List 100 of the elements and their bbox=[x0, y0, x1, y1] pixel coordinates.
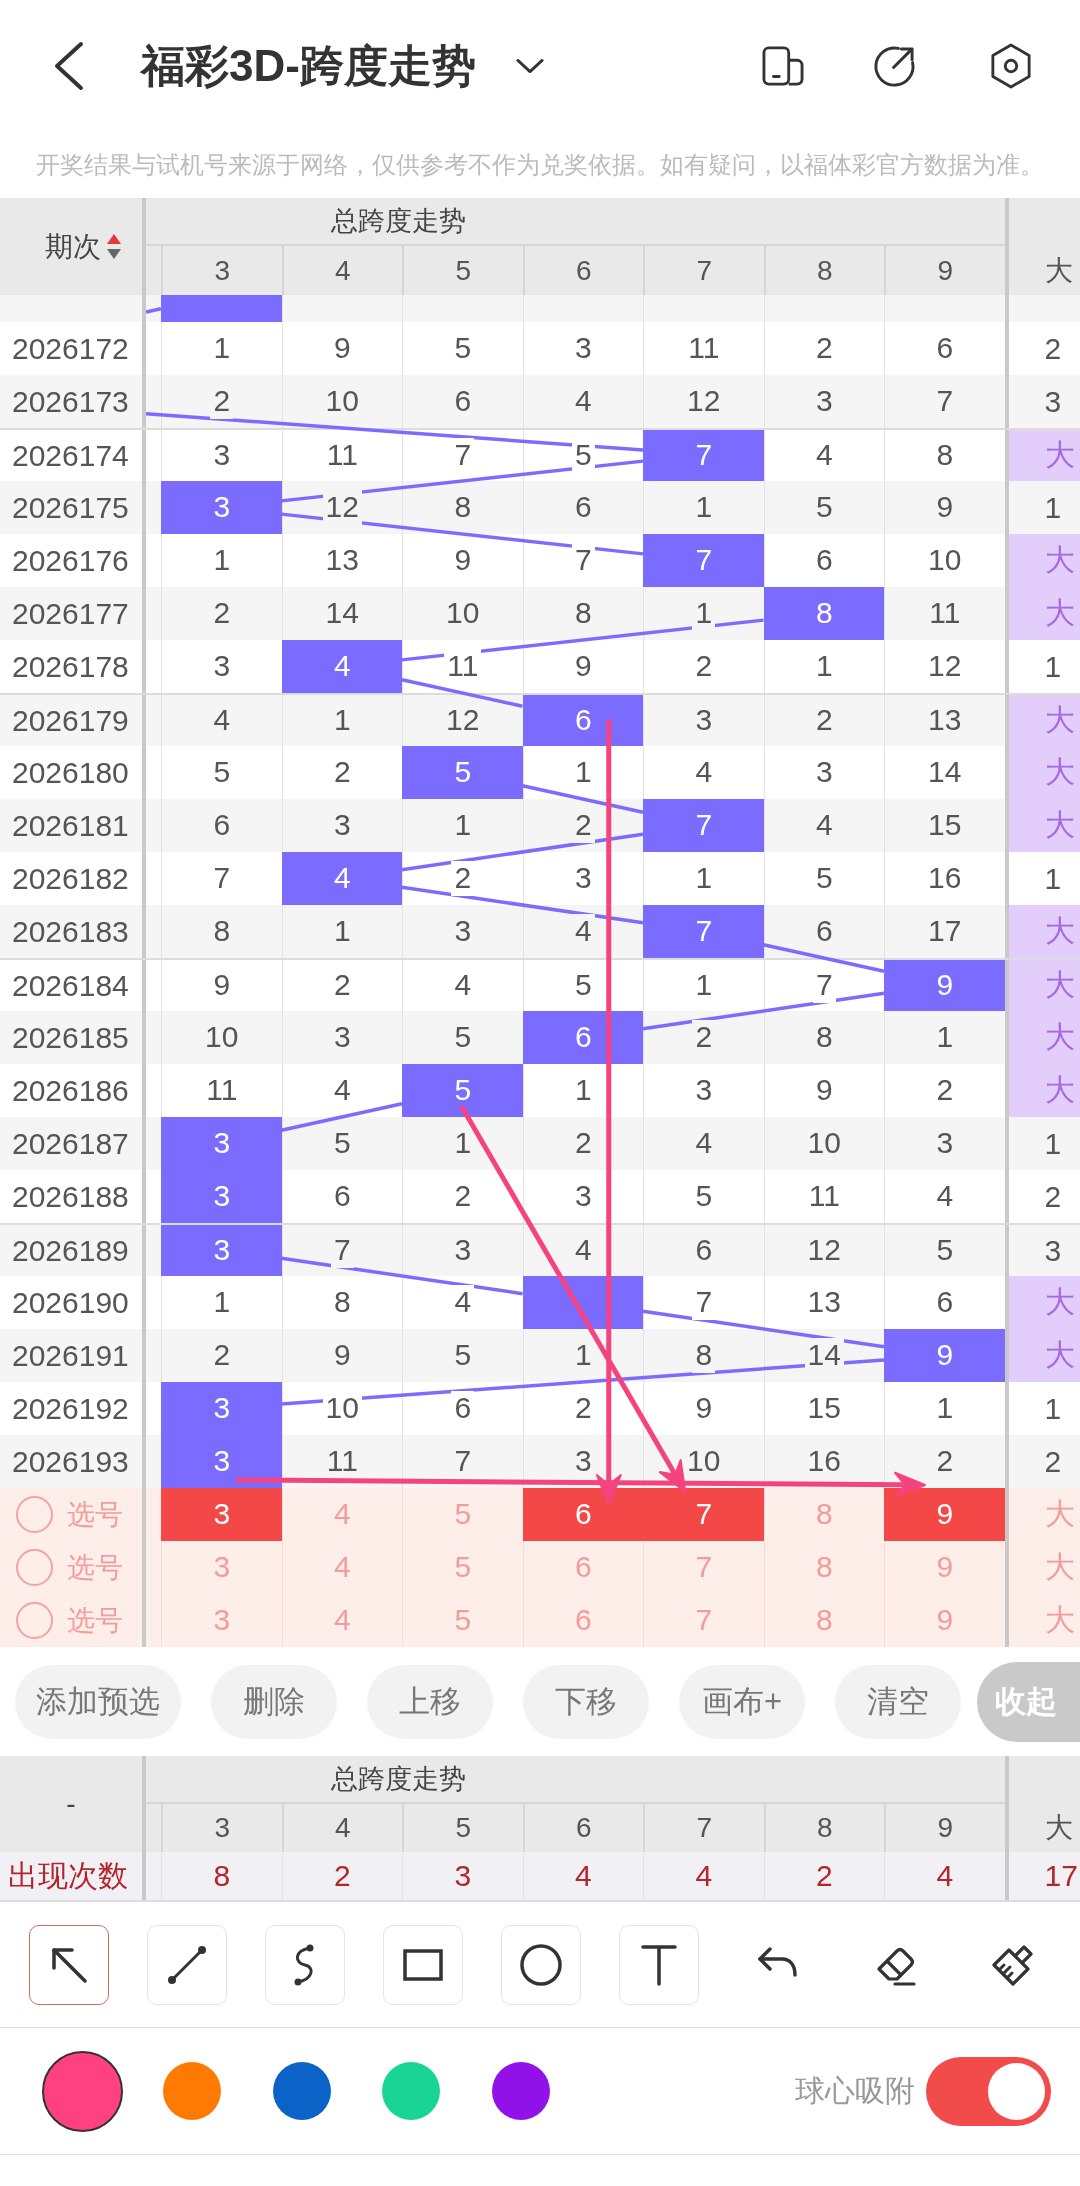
table-cell: 13 bbox=[884, 695, 1005, 746]
table-cell: 14 bbox=[281, 587, 402, 640]
highlighted-cell: 大 bbox=[1004, 1064, 1080, 1117]
column-header[interactable]: 期次 bbox=[45, 227, 101, 266]
table-cell: 3 bbox=[402, 1852, 523, 1900]
highlighted-cell: 7 bbox=[643, 430, 764, 481]
highlighted-cell: 大 bbox=[1004, 746, 1080, 799]
pick-cell[interactable]: 5 bbox=[402, 1594, 523, 1647]
table-cell: 11 bbox=[643, 322, 764, 375]
drawn-arrow[interactable] bbox=[235, 1471, 926, 1498]
drawing-tool-button[interactable] bbox=[29, 1924, 109, 2005]
highlighted-cell: 大 bbox=[1004, 1011, 1080, 1064]
action-button[interactable]: 下移 bbox=[523, 1664, 649, 1739]
row-label: 出现次数 bbox=[0, 1852, 146, 1900]
table-cell: 17 bbox=[1004, 1852, 1080, 1900]
highlighted-cell: 8 bbox=[763, 587, 884, 640]
pick-label: 选号 bbox=[67, 1603, 123, 1638]
highlighted-cell: 大 bbox=[1004, 587, 1080, 640]
pick-cell[interactable]: 7 bbox=[643, 1488, 764, 1541]
chevron-icon[interactable] bbox=[515, 58, 544, 74]
share-icon[interactable] bbox=[873, 44, 916, 88]
highlighted-cell: 6 bbox=[522, 695, 643, 746]
pick-cell[interactable]: 9 bbox=[884, 1594, 1005, 1647]
pick-label: 选号 bbox=[67, 1497, 123, 1532]
table-cell: 4 bbox=[522, 1852, 643, 1900]
color-swatch[interactable] bbox=[272, 2062, 331, 2120]
radio-button[interactable] bbox=[16, 1602, 53, 1639]
highlighted-cell: 3 bbox=[161, 1382, 282, 1435]
action-button[interactable]: 添加预选 bbox=[15, 1664, 181, 1739]
table-cell: 13 bbox=[763, 1276, 884, 1329]
drawn-arrow[interactable] bbox=[595, 719, 622, 1506]
pick-cell[interactable]: 9 bbox=[884, 1488, 1005, 1541]
highlighted-cell: 大 bbox=[1004, 799, 1080, 852]
table-cell: 4 bbox=[884, 1852, 1005, 1900]
table-cell: 4 bbox=[643, 1852, 764, 1900]
table-cell: 11 bbox=[402, 640, 523, 693]
color-swatch[interactable] bbox=[382, 2062, 441, 2120]
table-cell: 11 bbox=[884, 587, 1005, 640]
table-cell: 10 bbox=[281, 1382, 402, 1435]
table-cell: 10 bbox=[402, 587, 523, 640]
trend-line bbox=[146, 307, 162, 314]
highlighted-cell: 7 bbox=[643, 534, 764, 587]
highlighted-cell: 3 bbox=[161, 481, 282, 534]
table-cell: 10 bbox=[884, 534, 1005, 587]
column-header: - bbox=[66, 1788, 76, 1820]
devices-icon[interactable] bbox=[762, 46, 804, 86]
highlighted-cell: 4 bbox=[281, 852, 402, 905]
highlighted-cell: 大 bbox=[1004, 1276, 1080, 1329]
table-cell: 11 bbox=[763, 1170, 884, 1223]
action-button[interactable]: 删除 bbox=[211, 1664, 337, 1739]
highlighted-cell: 9 bbox=[884, 1329, 1005, 1382]
highlighted-cell: 大 bbox=[1004, 960, 1080, 1011]
pick-cell[interactable]: 7 bbox=[643, 1594, 764, 1647]
pick-cell[interactable]: 大 bbox=[1004, 1594, 1080, 1647]
table-cell: 12 bbox=[643, 375, 764, 428]
highlighted-cell: 4 bbox=[281, 640, 402, 693]
color-swatch[interactable] bbox=[163, 2062, 222, 2120]
table-cell: 16 bbox=[763, 1435, 884, 1488]
table-cell: 2 bbox=[281, 1852, 402, 1900]
pick-cell[interactable]: 4 bbox=[281, 1594, 402, 1647]
table-cell: 12 bbox=[281, 481, 402, 534]
sort-icon[interactable] bbox=[107, 233, 121, 260]
table-cell: 11 bbox=[281, 430, 402, 481]
highlighted-cell: 大 bbox=[1004, 534, 1080, 587]
page-title: 福彩3D-跨度走势 bbox=[141, 39, 476, 92]
table-cell: 8 bbox=[161, 1852, 282, 1900]
toggle-label: 球心吸附 bbox=[795, 2072, 915, 2109]
table-cell: 12 bbox=[402, 695, 523, 746]
table-cell: 12 bbox=[884, 640, 1005, 693]
action-button[interactable]: 清空 bbox=[835, 1664, 961, 1739]
disclaimer-text: 开奖结果与试机号来源于网络，仅供参考不作为兑奖依据。如有疑问，以福体彩官方数据为准。 bbox=[36, 151, 1044, 180]
pick-label: 选号 bbox=[67, 1550, 123, 1585]
action-button[interactable]: 上移 bbox=[367, 1664, 493, 1739]
pick-cell[interactable]: 3 bbox=[161, 1594, 282, 1647]
table-cell: 10 bbox=[161, 1011, 282, 1064]
pick-cell[interactable]: 8 bbox=[763, 1594, 884, 1647]
highlighted-cell: 7 bbox=[643, 799, 764, 852]
highlighted-cell: 3 bbox=[161, 1435, 282, 1488]
settings-icon[interactable] bbox=[990, 43, 1032, 89]
action-button[interactable]: 画布+ bbox=[679, 1664, 805, 1739]
table-cell: 12 bbox=[763, 1225, 884, 1276]
radio-button[interactable] bbox=[16, 1549, 53, 1586]
highlighted-cell: 大 bbox=[1004, 905, 1080, 958]
circle-icon bbox=[519, 1942, 563, 1987]
table-cell: 2 bbox=[763, 1852, 884, 1900]
highlighted-cell: 3 bbox=[161, 1170, 282, 1223]
highlighted-cell: 大 bbox=[1004, 430, 1080, 481]
group-header: 总跨度走势 bbox=[331, 205, 466, 238]
pick-cell[interactable]: 6 bbox=[522, 1488, 643, 1541]
highlighted-cell: 9 bbox=[884, 960, 1005, 1011]
radio-button[interactable] bbox=[16, 1496, 53, 1533]
table-cell: 16 bbox=[884, 852, 1005, 905]
table-cell: 11 bbox=[161, 1064, 282, 1117]
color-swatch[interactable] bbox=[491, 2062, 550, 2120]
highlighted-cell: 7 bbox=[643, 905, 764, 958]
pick-cell[interactable]: 6 bbox=[522, 1594, 643, 1647]
pick-cell[interactable]: 3 bbox=[161, 1488, 282, 1541]
highlighted-cell: 大 bbox=[1004, 695, 1080, 746]
table-cell: 15 bbox=[884, 799, 1005, 852]
group-header: 总跨度走势 bbox=[331, 1763, 466, 1796]
